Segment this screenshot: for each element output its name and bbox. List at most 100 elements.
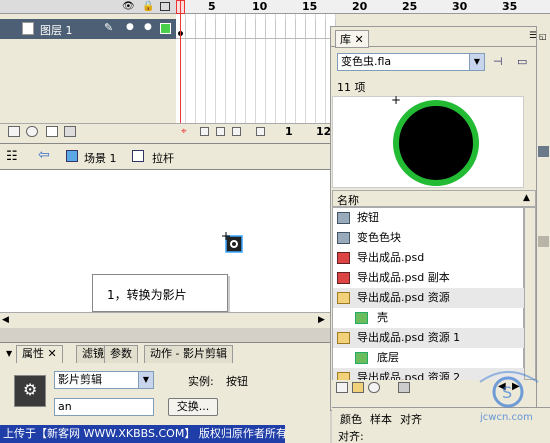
lock-dot-icon[interactable]: ●: [144, 22, 152, 32]
gear-icon: ⚙: [23, 380, 38, 399]
list-item-label: 导出成品.psd 副本: [357, 271, 450, 284]
new-library-icon[interactable]: ▭: [517, 55, 527, 68]
list-item[interactable]: 导出成品.psd 资源 1: [333, 328, 525, 348]
restore-icon[interactable]: ◱: [539, 32, 547, 41]
ruler-number: 10: [252, 0, 268, 13]
tab-properties[interactable]: 属性 ✕: [16, 345, 63, 363]
column-name: 名称: [337, 194, 359, 207]
new-symbol-icon[interactable]: [336, 382, 348, 393]
ruler-number: 25: [402, 0, 418, 13]
edit-bar: ☷ ⇦ 场景 1 拉杆: [0, 143, 330, 170]
tab-label: 属性: [22, 347, 44, 360]
collapse-icon[interactable]: ▼: [6, 349, 12, 358]
playhead: [180, 0, 181, 135]
outline-color-icon[interactable]: [160, 23, 171, 34]
timeline-toolbar: ⌖ 1 12: [0, 123, 336, 139]
ruler-number: 35: [502, 0, 518, 13]
library-file-value: 变色虫.fla: [341, 55, 392, 68]
list-item[interactable]: 壳: [333, 308, 525, 328]
symbol-type-select[interactable]: 影片剪辑 ▼: [54, 371, 154, 389]
library-tab[interactable]: 库 ✕: [335, 30, 369, 48]
list-item[interactable]: 变色色块: [333, 228, 525, 248]
list-item[interactable]: 按钮: [333, 208, 525, 228]
current-frame: 1: [285, 125, 293, 138]
tab-parameters[interactable]: 参数: [104, 345, 138, 363]
ruler-number: 30: [452, 0, 468, 13]
lock-icon[interactable]: 🔒: [142, 1, 154, 12]
scroll-left-icon[interactable]: ◀: [2, 315, 9, 325]
list-item[interactable]: 导出成品.psd: [333, 248, 525, 268]
tab-color[interactable]: 颜色: [340, 411, 362, 427]
pin-icon[interactable]: ⊣: [493, 55, 503, 68]
visible-dot-icon[interactable]: ●: [126, 22, 134, 32]
add-folder-icon[interactable]: [46, 126, 58, 137]
list-item-label: 导出成品.psd: [357, 251, 425, 264]
ruler-number: 5: [208, 0, 216, 13]
button-symbol-icon: [337, 232, 350, 244]
list-item[interactable]: 导出成品.psd 副本: [333, 268, 525, 288]
layer-row[interactable]: 图层 1 ✎ ● ●: [0, 19, 176, 39]
bitmap-icon: [337, 272, 350, 284]
new-folder-icon[interactable]: [352, 382, 364, 393]
dock-handle-icon[interactable]: [538, 236, 549, 247]
scene-icon: [66, 150, 78, 162]
add-guide-icon[interactable]: [26, 126, 38, 137]
back-arrow-icon[interactable]: ⇦: [38, 147, 50, 163]
stage-symbol[interactable]: [222, 232, 244, 254]
tooltip-text: 1，转换为影片: [107, 288, 187, 302]
list-item-label: 底层: [377, 351, 399, 364]
chevron-down-icon[interactable]: ▼: [469, 54, 484, 70]
list-item-label: 变色色块: [357, 231, 401, 244]
bitmap-icon: [337, 252, 350, 264]
upload-watermark: 上传于【新客网 WWW.XKBBS.COM】 版权归原作者所有: [0, 425, 285, 443]
scroll-up-icon[interactable]: ▲: [523, 193, 530, 203]
list-item[interactable]: 导出成品.psd 资源: [333, 288, 525, 308]
tab-align[interactable]: 对齐: [400, 411, 422, 427]
timeline-toggle-icon[interactable]: ☷: [6, 149, 18, 164]
instance-label: 实例:: [188, 375, 214, 388]
onion-skin-icon[interactable]: [200, 127, 209, 136]
scene-breadcrumb[interactable]: 场景 1: [84, 150, 117, 166]
trash-icon[interactable]: [64, 126, 76, 137]
tab-swatches[interactable]: 样本: [370, 411, 392, 427]
list-item-label: 按钮: [357, 211, 379, 224]
symbol-type-value: 影片剪辑: [58, 373, 102, 386]
edit-multiple-icon[interactable]: [232, 127, 241, 136]
library-item-count: 11 项: [337, 81, 366, 94]
modify-markers-icon[interactable]: [256, 127, 265, 136]
list-item-label: 导出成品.psd 资源 1: [357, 331, 461, 344]
ruler-number: 20: [352, 0, 368, 13]
onion-outline-icon[interactable]: [216, 127, 225, 136]
tab-actions[interactable]: 动作 - 影片剪辑: [144, 345, 233, 363]
swap-button[interactable]: 交换...: [168, 398, 218, 416]
chevron-down-icon[interactable]: ▼: [138, 372, 153, 388]
instance-value: 按钮: [226, 375, 248, 388]
library-file-select[interactable]: 变色虫.fla ▼: [337, 53, 485, 71]
button-symbol-icon: [337, 212, 350, 224]
ruler-number: 15: [302, 0, 318, 13]
stage-scrollbar[interactable]: ◀ ▶: [0, 312, 330, 328]
properties-icon[interactable]: [368, 382, 380, 393]
outline-icon[interactable]: [160, 2, 170, 11]
scroll-right-icon[interactable]: ▶: [318, 315, 325, 325]
dock-handle-icon[interactable]: [538, 146, 549, 157]
stage[interactable]: 1，转换为影片: [0, 170, 330, 328]
folder-icon: [337, 332, 350, 344]
trash-icon[interactable]: [398, 382, 410, 393]
frame-row[interactable]: [176, 19, 336, 39]
symbol-type-icon: ⚙: [14, 375, 46, 407]
svg-text:S: S: [502, 383, 512, 402]
center-frame-icon[interactable]: ⌖: [181, 126, 187, 137]
symbol-breadcrumb[interactable]: 拉杆: [152, 150, 174, 166]
pencil-icon: ✎: [104, 21, 114, 34]
image-icon: [355, 352, 368, 364]
site-url-watermark: jcwcn.com: [480, 412, 533, 423]
eye-icon[interactable]: 👁: [122, 1, 135, 12]
layer-name[interactable]: 图层 1: [40, 22, 73, 38]
add-layer-icon[interactable]: [8, 126, 20, 137]
library-title: 库: [340, 33, 351, 46]
instance-name-field[interactable]: an: [54, 398, 154, 416]
layer-icon: [22, 22, 34, 35]
frame-ruler[interactable]: 1 5 10 15 20 25 30 35: [176, 0, 550, 14]
library-column-header[interactable]: 名称 ▲: [332, 190, 536, 207]
